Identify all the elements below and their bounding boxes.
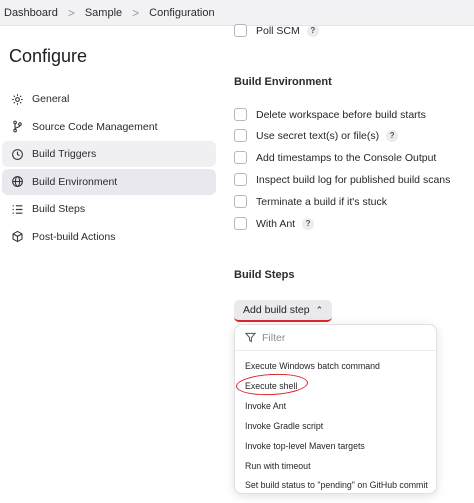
option-with-ant[interactable]: With Ant ? [234, 217, 315, 230]
option-delete-workspace[interactable]: Delete workspace before build starts [234, 108, 426, 121]
option-secret-text[interactable]: Use secret text(s) or file(s) ? [234, 129, 399, 142]
breadcrumb-configuration[interactable]: Configuration [149, 7, 214, 19]
menu-item-github-pending-status[interactable]: Set build status to "pending" on GitHub … [245, 480, 428, 490]
option-terminate-stuck[interactable]: Terminate a build if it's stuck [234, 195, 387, 208]
option-label: Use secret text(s) or file(s) [256, 129, 380, 142]
filter-input[interactable] [262, 331, 422, 344]
option-timestamps[interactable]: Add timestamps to the Console Output [234, 151, 436, 164]
breadcrumb-sample[interactable]: Sample [85, 7, 122, 19]
sidebar-item-label: Build Environment [32, 175, 118, 188]
sidebar-item-label: Build Triggers [32, 148, 97, 160]
sidebar-item-general[interactable]: General [2, 86, 216, 112]
delete-workspace-checkbox[interactable] [234, 108, 247, 121]
option-label: With Ant [256, 217, 296, 230]
help-icon[interactable]: ? [302, 217, 315, 230]
build-environment-heading: Build Environment [234, 76, 332, 88]
poll-scm-checkbox[interactable] [234, 24, 247, 37]
breadcrumb-dashboard[interactable]: Dashboard [4, 7, 58, 19]
option-label: Delete workspace before build starts [256, 108, 426, 121]
breadcrumb-separator: > [67, 5, 75, 20]
build-steps-heading: Build Steps [234, 269, 295, 281]
menu-item-execute-shell[interactable]: Execute shell [245, 381, 297, 391]
sidebar-item-build-triggers[interactable]: Build Triggers [2, 141, 216, 167]
timestamps-checkbox[interactable] [234, 151, 247, 164]
sidebar-item-label: Post-build Actions [32, 230, 116, 243]
sidebar-item-source-code-management[interactable]: Source Code Management [2, 114, 216, 140]
globe-icon [10, 175, 24, 189]
secret-text-checkbox[interactable] [234, 129, 247, 142]
gear-icon [10, 92, 24, 106]
help-icon[interactable]: ? [386, 129, 399, 142]
add-build-step-button[interactable]: Add build step ⌃ [234, 300, 333, 322]
menu-item-execute-windows-batch[interactable]: Execute Windows batch command [245, 361, 380, 371]
list-icon [10, 202, 24, 216]
add-build-step-label: Add build step [243, 304, 310, 316]
sidebar: General Source Code Management Build Tri… [2, 86, 216, 251]
poll-scm-option[interactable]: Poll SCM ? [234, 24, 319, 37]
inspect-build-log-checkbox[interactable] [234, 173, 247, 186]
option-label: Terminate a build if it's stuck [256, 195, 387, 208]
poll-scm-label: Poll SCM [256, 24, 300, 37]
menu-item-invoke-gradle[interactable]: Invoke Gradle script [245, 421, 323, 431]
option-inspect-build-log[interactable]: Inspect build log for published build sc… [234, 173, 450, 186]
filter-row [235, 325, 436, 351]
breadcrumb-separator: > [132, 5, 140, 20]
terminate-stuck-checkbox[interactable] [234, 195, 247, 208]
sidebar-item-post-build-actions[interactable]: Post-build Actions [2, 224, 216, 250]
breadcrumb: Dashboard > Sample > Configuration [0, 0, 474, 26]
option-label: Inspect build log for published build sc… [256, 173, 451, 186]
with-ant-checkbox[interactable] [234, 217, 247, 230]
menu-item-invoke-maven[interactable]: Invoke top-level Maven targets [245, 441, 365, 451]
clock-icon [10, 147, 24, 161]
branch-icon [10, 120, 24, 134]
option-label: Add timestamps to the Console Output [256, 151, 437, 164]
sidebar-item-build-environment[interactable]: Build Environment [2, 168, 216, 195]
sidebar-item-label: Build Steps [32, 203, 86, 215]
filter-icon [245, 332, 256, 343]
sidebar-item-label: Source Code Management [32, 120, 158, 133]
page-title: Configure [9, 46, 88, 66]
menu-item-run-with-timeout[interactable]: Run with timeout [245, 461, 311, 471]
build-step-dropdown: Execute Windows batch command Execute sh… [234, 324, 437, 494]
sidebar-item-label: General [32, 93, 70, 105]
help-icon[interactable]: ? [306, 24, 319, 37]
sidebar-item-build-steps[interactable]: Build Steps [2, 196, 216, 222]
menu-item-invoke-ant[interactable]: Invoke Ant [245, 401, 286, 411]
cube-icon [10, 230, 24, 244]
chevron-up-icon: ⌃ [315, 304, 324, 315]
